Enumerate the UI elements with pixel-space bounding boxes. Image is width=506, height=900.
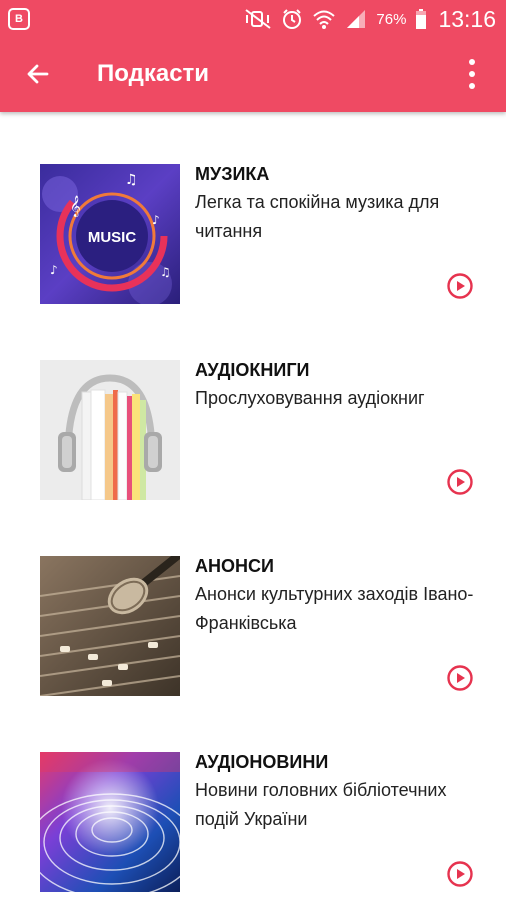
page-title: Подкасти [97, 60, 210, 87]
svg-text:♪: ♪ [152, 213, 160, 227]
more-vert-icon [469, 59, 475, 65]
play-circle-icon [447, 273, 473, 299]
clock: 13:16 [438, 5, 496, 32]
svg-text:𝄞: 𝄞 [70, 196, 81, 217]
vk-icon: B [8, 8, 30, 30]
svg-text:♪: ♪ [50, 263, 58, 277]
podcast-description: Легка та спокійна музика для читання [195, 192, 440, 241]
app-bar: Подкасти [0, 38, 506, 112]
podcast-description: Анонси культурних заходів Івано-Франківс… [195, 584, 474, 633]
podcast-description: Новини головних бібліотечних подій Украї… [195, 780, 447, 829]
podcast-item-audionews[interactable]: АУДІОНОВИНИ Новини головних бібліотечних… [0, 700, 506, 896]
podcast-title: АУДІОНОВИНИ [195, 752, 329, 772]
play-button[interactable] [446, 664, 474, 692]
svg-text:♫: ♫ [125, 172, 138, 188]
battery-percent: 76% [376, 10, 407, 28]
play-button[interactable] [446, 860, 474, 888]
podcast-item-audiobooks[interactable]: АУДІОКНИГИ Прослуховування аудіокниг [0, 308, 506, 504]
signal-icon [347, 10, 366, 28]
arrow-left-icon [27, 64, 49, 84]
play-button[interactable] [446, 468, 474, 496]
play-button[interactable] [446, 272, 474, 300]
podcast-title: МУЗИКА [195, 164, 270, 184]
podcast-description: Прослуховування аудіокниг [195, 388, 425, 408]
wifi-icon [313, 10, 336, 29]
battery-icon [416, 9, 427, 29]
podcast-item-music[interactable]: MUSIC 𝄞 ♫ ♪ ♪ ♫ МУЗИКА Легка та спокійна… [0, 112, 506, 308]
music-thumb-label: MUSIC [88, 229, 137, 246]
music-thumbnail: MUSIC 𝄞 ♫ ♪ ♪ ♫ [40, 164, 180, 304]
play-circle-icon [447, 469, 473, 495]
podcast-item-announcements[interactable]: АНОНСИ Анонси культурних заходів Івано-Ф… [0, 504, 506, 700]
status-bar: B 76% 13:16 [0, 0, 506, 38]
play-circle-icon [447, 665, 473, 691]
overflow-menu-button[interactable] [460, 56, 484, 92]
svg-text:♫: ♫ [160, 265, 171, 279]
audiobooks-thumbnail [40, 360, 180, 500]
status-icons: 76% 13:16 [244, 4, 496, 34]
alarm-icon [283, 9, 302, 29]
podcast-title: АУДІОКНИГИ [195, 360, 310, 380]
app-header: B 76% 13:16 Подкасти [0, 0, 506, 112]
podcast-title: АНОНСИ [195, 556, 274, 576]
announcements-thumbnail [40, 556, 180, 696]
back-button[interactable] [22, 58, 54, 90]
mute-vibrate-icon [245, 9, 272, 29]
play-circle-icon [447, 861, 473, 887]
audionews-thumbnail [40, 752, 180, 892]
